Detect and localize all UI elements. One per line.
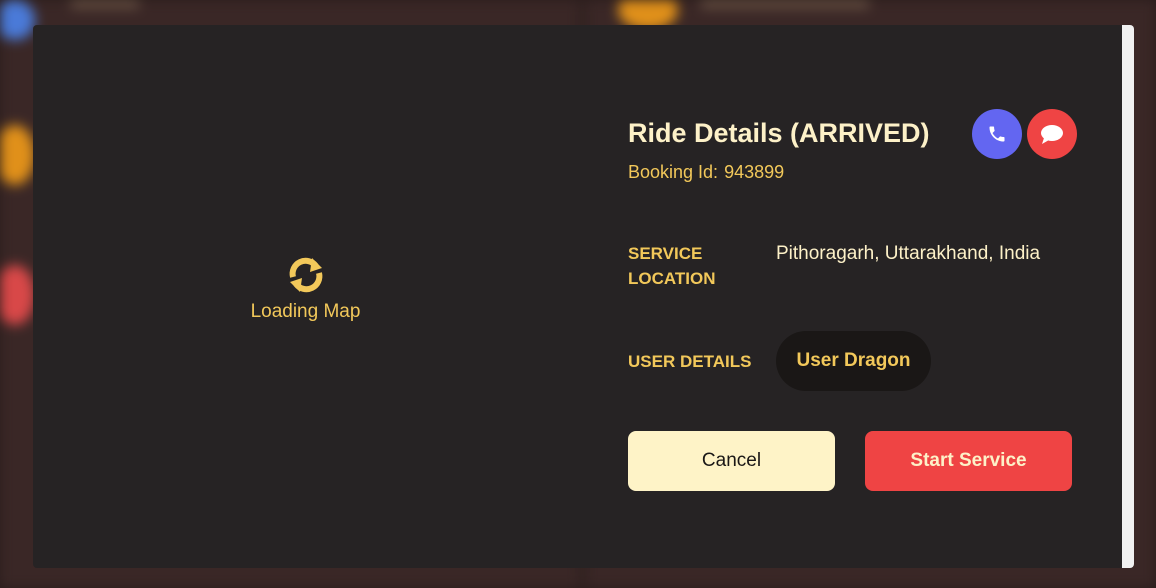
call-button[interactable] bbox=[972, 109, 1022, 159]
phone-icon bbox=[989, 126, 1005, 142]
start-service-button[interactable]: Start Service bbox=[865, 431, 1072, 491]
loading-map-text: Loading Map bbox=[250, 300, 361, 322]
refresh-icon bbox=[289, 257, 322, 292]
ride-details-title: Ride Details (ARRIVED) bbox=[628, 118, 930, 148]
user-details-label: USER DETAILS bbox=[628, 352, 752, 371]
user-name-badge: User Dragon bbox=[776, 331, 931, 391]
service-location-value: Pithoragarh, Uttarakhand, India bbox=[776, 243, 1041, 264]
chat-icon bbox=[1041, 125, 1063, 144]
cancel-button[interactable]: Cancel bbox=[628, 431, 835, 491]
background-text bbox=[70, 0, 140, 8]
booking-id-value: 943899 bbox=[724, 162, 785, 182]
ride-details-panel: Ride Details (ARRIVED) Booking Id: 943899… bbox=[628, 25, 1088, 568]
service-location-label: SERVICE LOCATION bbox=[628, 244, 716, 288]
background-text bbox=[700, 0, 870, 8]
map-pane: Loading Map bbox=[33, 25, 578, 568]
chat-button[interactable] bbox=[1027, 109, 1077, 159]
booking-id: Booking Id: 943899 bbox=[628, 162, 784, 183]
booking-id-label: Booking Id: bbox=[628, 162, 719, 182]
ride-details-modal: Loading Map Ride Details (ARRIVED) Booki… bbox=[33, 25, 1134, 568]
modal-scrollbar[interactable] bbox=[1122, 25, 1134, 568]
